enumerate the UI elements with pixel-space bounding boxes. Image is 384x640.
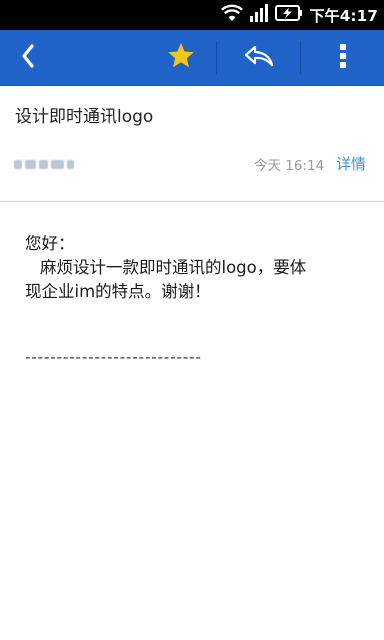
email-body: 您好： 麻烦设计一款即时通讯的logo，要体 现企业im的特点。谢谢！ (25, 232, 365, 304)
action-bar (0, 30, 384, 86)
header-divider (0, 201, 384, 202)
battery-charging-icon (275, 4, 303, 26)
wifi-icon (221, 4, 244, 26)
body-line: 现企业im的特点。谢谢！ (25, 282, 211, 301)
email-subject: 设计即时通讯logo (15, 107, 154, 127)
back-button[interactable] (0, 30, 56, 85)
action-divider (300, 41, 301, 74)
sender-name-redacted[interactable] (14, 157, 74, 171)
status-icons: 下午4:17 (221, 0, 378, 30)
body-line: 您好： (25, 234, 75, 253)
reply-icon (243, 44, 275, 72)
back-icon (21, 43, 35, 72)
star-icon (167, 42, 195, 73)
signature-separator: ---------------------------- (25, 348, 202, 366)
status-time: 下午4:17 (309, 6, 378, 25)
body-line: 麻烦设计一款即时通讯的logo，要体 (40, 258, 307, 277)
overflow-menu-button[interactable] (302, 30, 384, 85)
email-time: 今天 16:14 (254, 158, 325, 174)
details-link[interactable]: 详情 (336, 153, 366, 174)
overflow-menu-icon (339, 43, 347, 73)
status-bar: 下午4:17 (0, 0, 384, 30)
action-divider (216, 41, 217, 74)
star-button[interactable] (146, 30, 216, 85)
reply-button[interactable] (218, 30, 300, 85)
signal-icon (249, 4, 269, 26)
